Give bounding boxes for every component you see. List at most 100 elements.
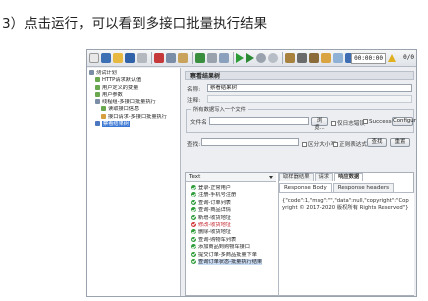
tree-item[interactable]: 用户参数 — [87, 91, 180, 99]
tree-node-icon — [101, 106, 106, 112]
sample-result-label: 新增-收货地址 — [198, 214, 231, 221]
sample-result-item[interactable]: 新增-收货地址 — [186, 214, 276, 222]
page-caption: 3）点击运行，可以看到多接口批量执行结果 — [2, 16, 268, 32]
tree-item-label: 接口请求-多接口批量执行 — [108, 113, 167, 120]
sample-result-item[interactable]: 修改-收货地址 — [186, 221, 276, 229]
clear-icon[interactable] — [285, 53, 295, 63]
search-button[interactable]: 查找 — [367, 138, 387, 147]
search-icon[interactable] — [309, 53, 319, 63]
start-icon[interactable] — [236, 53, 244, 63]
success-status-icon — [191, 244, 196, 250]
sample-result-list: 登录-正常用户 注册-手机号注册 查询-订单列表 查询-商品详情 新增-收货地址 修改-收… — [186, 185, 276, 295]
successes-checkbox[interactable] — [363, 119, 368, 124]
browse-button[interactable]: 浏览... — [311, 117, 328, 131]
name-field[interactable]: 察看结果树 — [207, 84, 412, 92]
tree-item[interactable]: 读取接口信息 — [87, 106, 180, 113]
new-icon[interactable] — [89, 53, 99, 63]
sample-result-item[interactable]: 添加商品到购物车接口 — [186, 244, 276, 251]
renderer-select[interactable]: Text — [186, 173, 276, 182]
stop-icon[interactable] — [256, 53, 266, 63]
tree-item[interactable]: 测试计划 — [87, 70, 180, 77]
log-errors-checkbox[interactable] — [331, 121, 336, 126]
regex-label: 正则表达式 — [339, 142, 367, 148]
sample-result-item[interactable]: 查询-商品详情 — [186, 207, 276, 214]
success-status-icon — [191, 236, 196, 242]
start-no-pauses-icon[interactable] — [246, 53, 254, 63]
name-label: 名称: — [187, 87, 201, 93]
warning-icon[interactable] — [388, 54, 396, 62]
renderer-value: Text — [189, 174, 201, 180]
file-group: 所有数据写入一个文件 文件名 浏览... 仅日志错误 Successes Con… — [186, 105, 416, 133]
sample-result-label: 查询-商品详情 — [198, 207, 231, 214]
tree-item-label: 察看结果树 — [102, 121, 130, 128]
sample-result-item[interactable]: 删除-收货地址 — [186, 229, 276, 236]
toggle-icon[interactable] — [219, 53, 229, 63]
sample-result-item[interactable]: 查询-订单列表 — [186, 199, 276, 207]
tree-item[interactable]: 线程组-多接口批量执行 — [87, 99, 180, 106]
regex-option[interactable]: 正则表达式 — [333, 140, 367, 148]
detail-tabs: 取样器结果 请求 响应数据 — [279, 173, 364, 181]
detail-tab[interactable]: 取样器结果 — [279, 173, 314, 181]
case-sensitive-label: 区分大小写 — [308, 142, 336, 148]
cut-icon[interactable] — [154, 53, 164, 63]
tree-item-label: 读取接口信息 — [108, 106, 140, 113]
clear-all-icon[interactable] — [297, 53, 307, 63]
test-plan-tree: 测试计划 HTTP请求默认值 用户定义的变量 用户参数 线程组-多接口批量执行 读取接口信… — [87, 68, 181, 296]
log-errors-option[interactable]: 仅日志错误 — [331, 119, 365, 127]
tree-item[interactable]: HTTP请求默认值 — [87, 77, 180, 84]
sample-result-item[interactable]: 登录-正常用户 — [186, 185, 276, 192]
save-screenshot-icon[interactable] — [137, 53, 147, 63]
sample-result-item[interactable]: 查询订单状态-批量执行结果 — [186, 258, 276, 266]
tree-item[interactable]: 用户定义的变量 — [87, 84, 180, 92]
toolbar-separator — [282, 52, 283, 64]
toolbar-separator — [233, 52, 234, 64]
open-icon[interactable] — [113, 53, 123, 63]
save-icon[interactable] — [125, 53, 135, 63]
reset-button[interactable]: 重置 — [390, 138, 410, 147]
function-helper-icon[interactable] — [333, 53, 343, 63]
tree-item[interactable]: 接口请求-多接口批量执行 — [87, 113, 180, 121]
response-body-text: {"code":1,"msg":"","data":null,"copyrigh… — [279, 192, 414, 295]
sample-result-item[interactable]: 注册-手机号注册 — [186, 192, 276, 199]
results-pane: Text 登录-正常用户 注册-手机号注册 查询-订单列表 查询-商品详情 新增-收货地… — [185, 172, 414, 296]
toolbar: 00:00:00 0/0 — [87, 50, 416, 67]
response-tab[interactable]: Response headers — [332, 183, 395, 192]
detail-tab[interactable]: 请求 — [314, 173, 334, 181]
tree-node-icon — [95, 121, 100, 127]
sample-result-label: 删除-收货地址 — [198, 229, 231, 236]
success-status-icon — [191, 192, 196, 198]
paste-icon[interactable] — [178, 53, 188, 63]
templates-icon[interactable] — [101, 53, 111, 63]
configure-button[interactable]: Configure — [392, 117, 416, 126]
elapsed-timer: 00:00:00 — [351, 53, 386, 64]
tree-node-icon — [101, 113, 106, 119]
collapse-icon[interactable] — [207, 53, 217, 63]
sample-result-item[interactable]: 查询-购物车列表 — [186, 236, 276, 244]
view-results-tree-panel: 察看结果树 名称: 察看结果树 注释: 所有数据写入一个文件 文件名 浏览...… — [183, 68, 416, 296]
success-status-icon — [191, 251, 196, 257]
tree-node-icon — [95, 91, 100, 97]
detail-tab[interactable]: 响应数据 — [334, 173, 364, 181]
case-sensitive-option[interactable]: 区分大小写 — [302, 140, 336, 148]
file-group-legend: 所有数据写入一个文件 — [191, 105, 248, 113]
reset-search-icon[interactable] — [321, 53, 331, 63]
sample-result-item[interactable]: 提交订单-多商品批量下单 — [186, 251, 276, 259]
case-sensitive-checkbox[interactable] — [302, 142, 307, 147]
filename-label: 文件名 — [190, 120, 207, 126]
filename-input[interactable] — [209, 117, 309, 125]
tree-item-label: 线程组-多接口批量执行 — [102, 99, 156, 106]
shutdown-icon[interactable] — [268, 53, 278, 63]
expand-icon[interactable] — [195, 53, 205, 63]
toolbar-separator — [151, 52, 152, 64]
sample-result-label: 提交订单-多商品批量下单 — [198, 251, 257, 258]
copy-icon[interactable] — [166, 53, 176, 63]
tree-node-icon — [95, 77, 100, 83]
success-status-icon — [191, 214, 196, 220]
comment-field[interactable] — [207, 95, 412, 103]
tree-item[interactable]: 察看结果树 — [87, 121, 180, 128]
tree-node-icon — [89, 70, 94, 75]
search-input[interactable] — [201, 138, 299, 146]
sample-result-label: 查询-订单列表 — [198, 199, 231, 206]
regex-checkbox[interactable] — [333, 142, 338, 147]
response-tab[interactable]: Response Body — [279, 183, 332, 192]
